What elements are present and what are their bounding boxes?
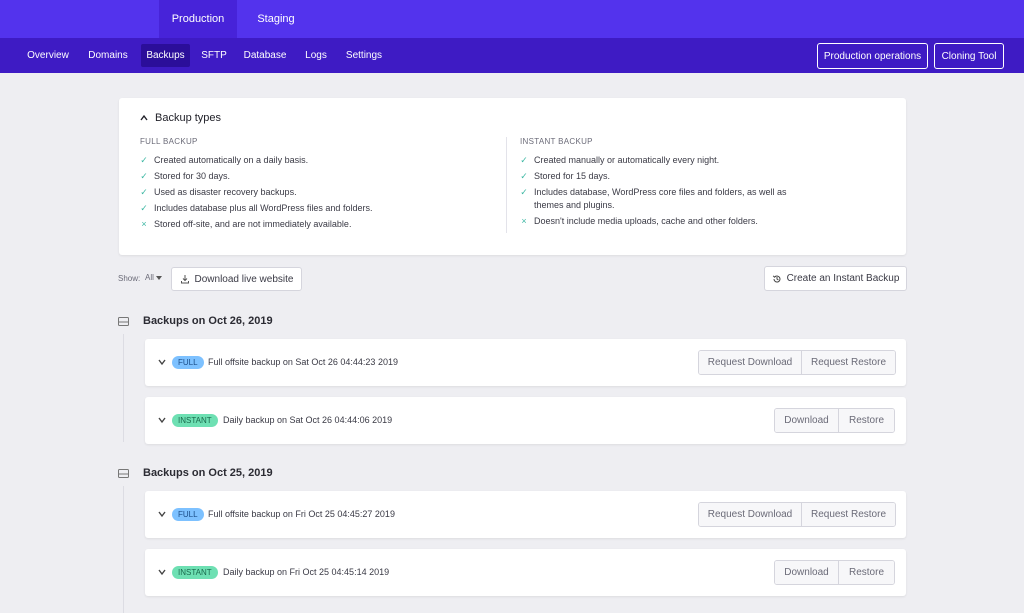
timeline-line — [123, 334, 124, 442]
backup-group-title: Backups on Oct 26, 2019 — [143, 315, 273, 327]
cloning-tool-button[interactable]: Cloning Tool — [934, 43, 1004, 69]
full-backup-column: FULL BACKUP ✓ Created automatically on a … — [140, 137, 500, 234]
instant-backup-title: INSTANT BACKUP — [520, 137, 593, 146]
download-icon — [180, 275, 189, 284]
download-button[interactable]: Download — [775, 561, 838, 584]
feature-item: × Doesn't include media uploads, cache an… — [521, 216, 758, 226]
nav-item-sftp[interactable]: SFTP — [199, 44, 229, 67]
request-download-button[interactable]: Request Download — [699, 503, 801, 526]
chevron-down-icon[interactable] — [157, 415, 167, 425]
full-backup-title: FULL BACKUP — [140, 137, 198, 146]
request-download-button[interactable]: Request Download — [699, 351, 801, 374]
check-icon: ✓ — [140, 187, 148, 197]
full-badge: FULL — [172, 508, 204, 521]
site-nav-bar: Overview Domains Backups SFTP Database L… — [0, 38, 1024, 73]
instant-backup-column: INSTANT BACKUP ✓ Created manually or auto… — [506, 137, 876, 233]
cross-icon: × — [141, 219, 147, 229]
backup-row: INSTANT Daily backup on Sat Oct 26 04:44… — [145, 397, 906, 444]
download-button[interactable]: Download — [775, 409, 838, 432]
request-restore-button[interactable]: Request Restore — [801, 503, 895, 526]
nav-item-logs[interactable]: Logs — [301, 44, 331, 67]
check-icon: ✓ — [140, 155, 148, 165]
nav-item-overview[interactable]: Overview — [22, 44, 74, 67]
backup-types-title: Backup types — [155, 112, 222, 124]
backup-row: FULL Full offsite backup on Sat Oct 26 0… — [145, 339, 906, 386]
backup-description: Full offsite backup on Sat Oct 26 04:44:… — [208, 357, 398, 367]
backup-description: Daily backup on Fri Oct 25 04:45:14 2019 — [223, 567, 390, 577]
feature-item: × Stored off-site, and are not immediatel… — [141, 219, 352, 229]
tab-production[interactable]: Production — [159, 0, 237, 38]
backup-group-title: Backups on Oct 25, 2019 — [143, 467, 273, 479]
cross-icon: × — [521, 216, 527, 226]
backup-row: INSTANT Daily backup on Fri Oct 25 04:45… — [145, 549, 906, 596]
feature-item: ✓ Created manually or automatically every… — [520, 155, 720, 165]
history-icon — [772, 274, 781, 282]
backup-description: Daily backup on Sat Oct 26 04:44:06 2019 — [223, 415, 393, 425]
backup-types-toggle[interactable]: Backup types — [139, 110, 221, 126]
feature-item: ✓ Stored for 30 days. — [140, 171, 231, 181]
feature-item: ✓ Used as disaster recovery backups. — [140, 187, 297, 197]
show-filter-value: All — [145, 273, 154, 282]
instant-badge: INSTANT — [172, 414, 218, 427]
download-live-website-button[interactable]: Download live website — [171, 267, 302, 291]
feature-item: ✓ Includes database plus all WordPress fi… — [140, 203, 373, 213]
feature-item: ✓ Created automatically on a daily basis. — [140, 155, 309, 165]
server-icon — [118, 317, 129, 326]
tab-staging[interactable]: Staging — [237, 0, 315, 38]
backup-actions: Download Restore — [774, 560, 895, 585]
timeline-line — [123, 486, 124, 613]
backup-types-panel: Backup types FULL BACKUP ✓ Created automa… — [119, 98, 906, 255]
nav-item-domains[interactable]: Domains — [83, 44, 133, 67]
restore-button[interactable]: Restore — [838, 409, 894, 432]
backup-description: Full offsite backup on Fri Oct 25 04:45:… — [208, 509, 395, 519]
feature-item: ✓ Includes database, WordPress core files… — [520, 187, 787, 210]
server-icon — [118, 469, 129, 478]
restore-button[interactable]: Restore — [838, 561, 894, 584]
feature-item: ✓ Stored for 15 days. — [520, 171, 611, 181]
full-badge: FULL — [172, 356, 204, 369]
show-filter-label: Show: — [118, 274, 141, 283]
chevron-down-icon[interactable] — [157, 567, 167, 577]
request-restore-button[interactable]: Request Restore — [801, 351, 895, 374]
backup-actions: Download Restore — [774, 408, 895, 433]
instant-badge: INSTANT — [172, 566, 218, 579]
backup-row: FULL Full offsite backup on Fri Oct 25 0… — [145, 491, 906, 538]
check-icon: ✓ — [520, 187, 528, 197]
chevron-down-icon[interactable] — [157, 509, 167, 519]
create-instant-backup-button[interactable]: Create an Instant Backup — [764, 266, 907, 291]
nav-item-backups[interactable]: Backups — [141, 44, 190, 67]
production-operations-button[interactable]: Production operations — [817, 43, 928, 69]
check-icon: ✓ — [140, 203, 148, 213]
backup-actions: Request Download Request Restore — [698, 350, 896, 375]
show-filter-select[interactable]: All — [145, 273, 162, 282]
backup-actions: Request Download Request Restore — [698, 502, 896, 527]
check-icon: ✓ — [140, 171, 148, 181]
environment-bar: Production Staging — [0, 0, 1024, 38]
check-icon: ✓ — [520, 171, 528, 181]
caret-down-icon — [155, 275, 162, 280]
chevron-down-icon[interactable] — [157, 357, 167, 367]
nav-item-settings[interactable]: Settings — [342, 44, 386, 67]
chevron-up-icon — [140, 114, 148, 121]
nav-item-database[interactable]: Database — [240, 44, 290, 67]
check-icon: ✓ — [520, 155, 528, 165]
